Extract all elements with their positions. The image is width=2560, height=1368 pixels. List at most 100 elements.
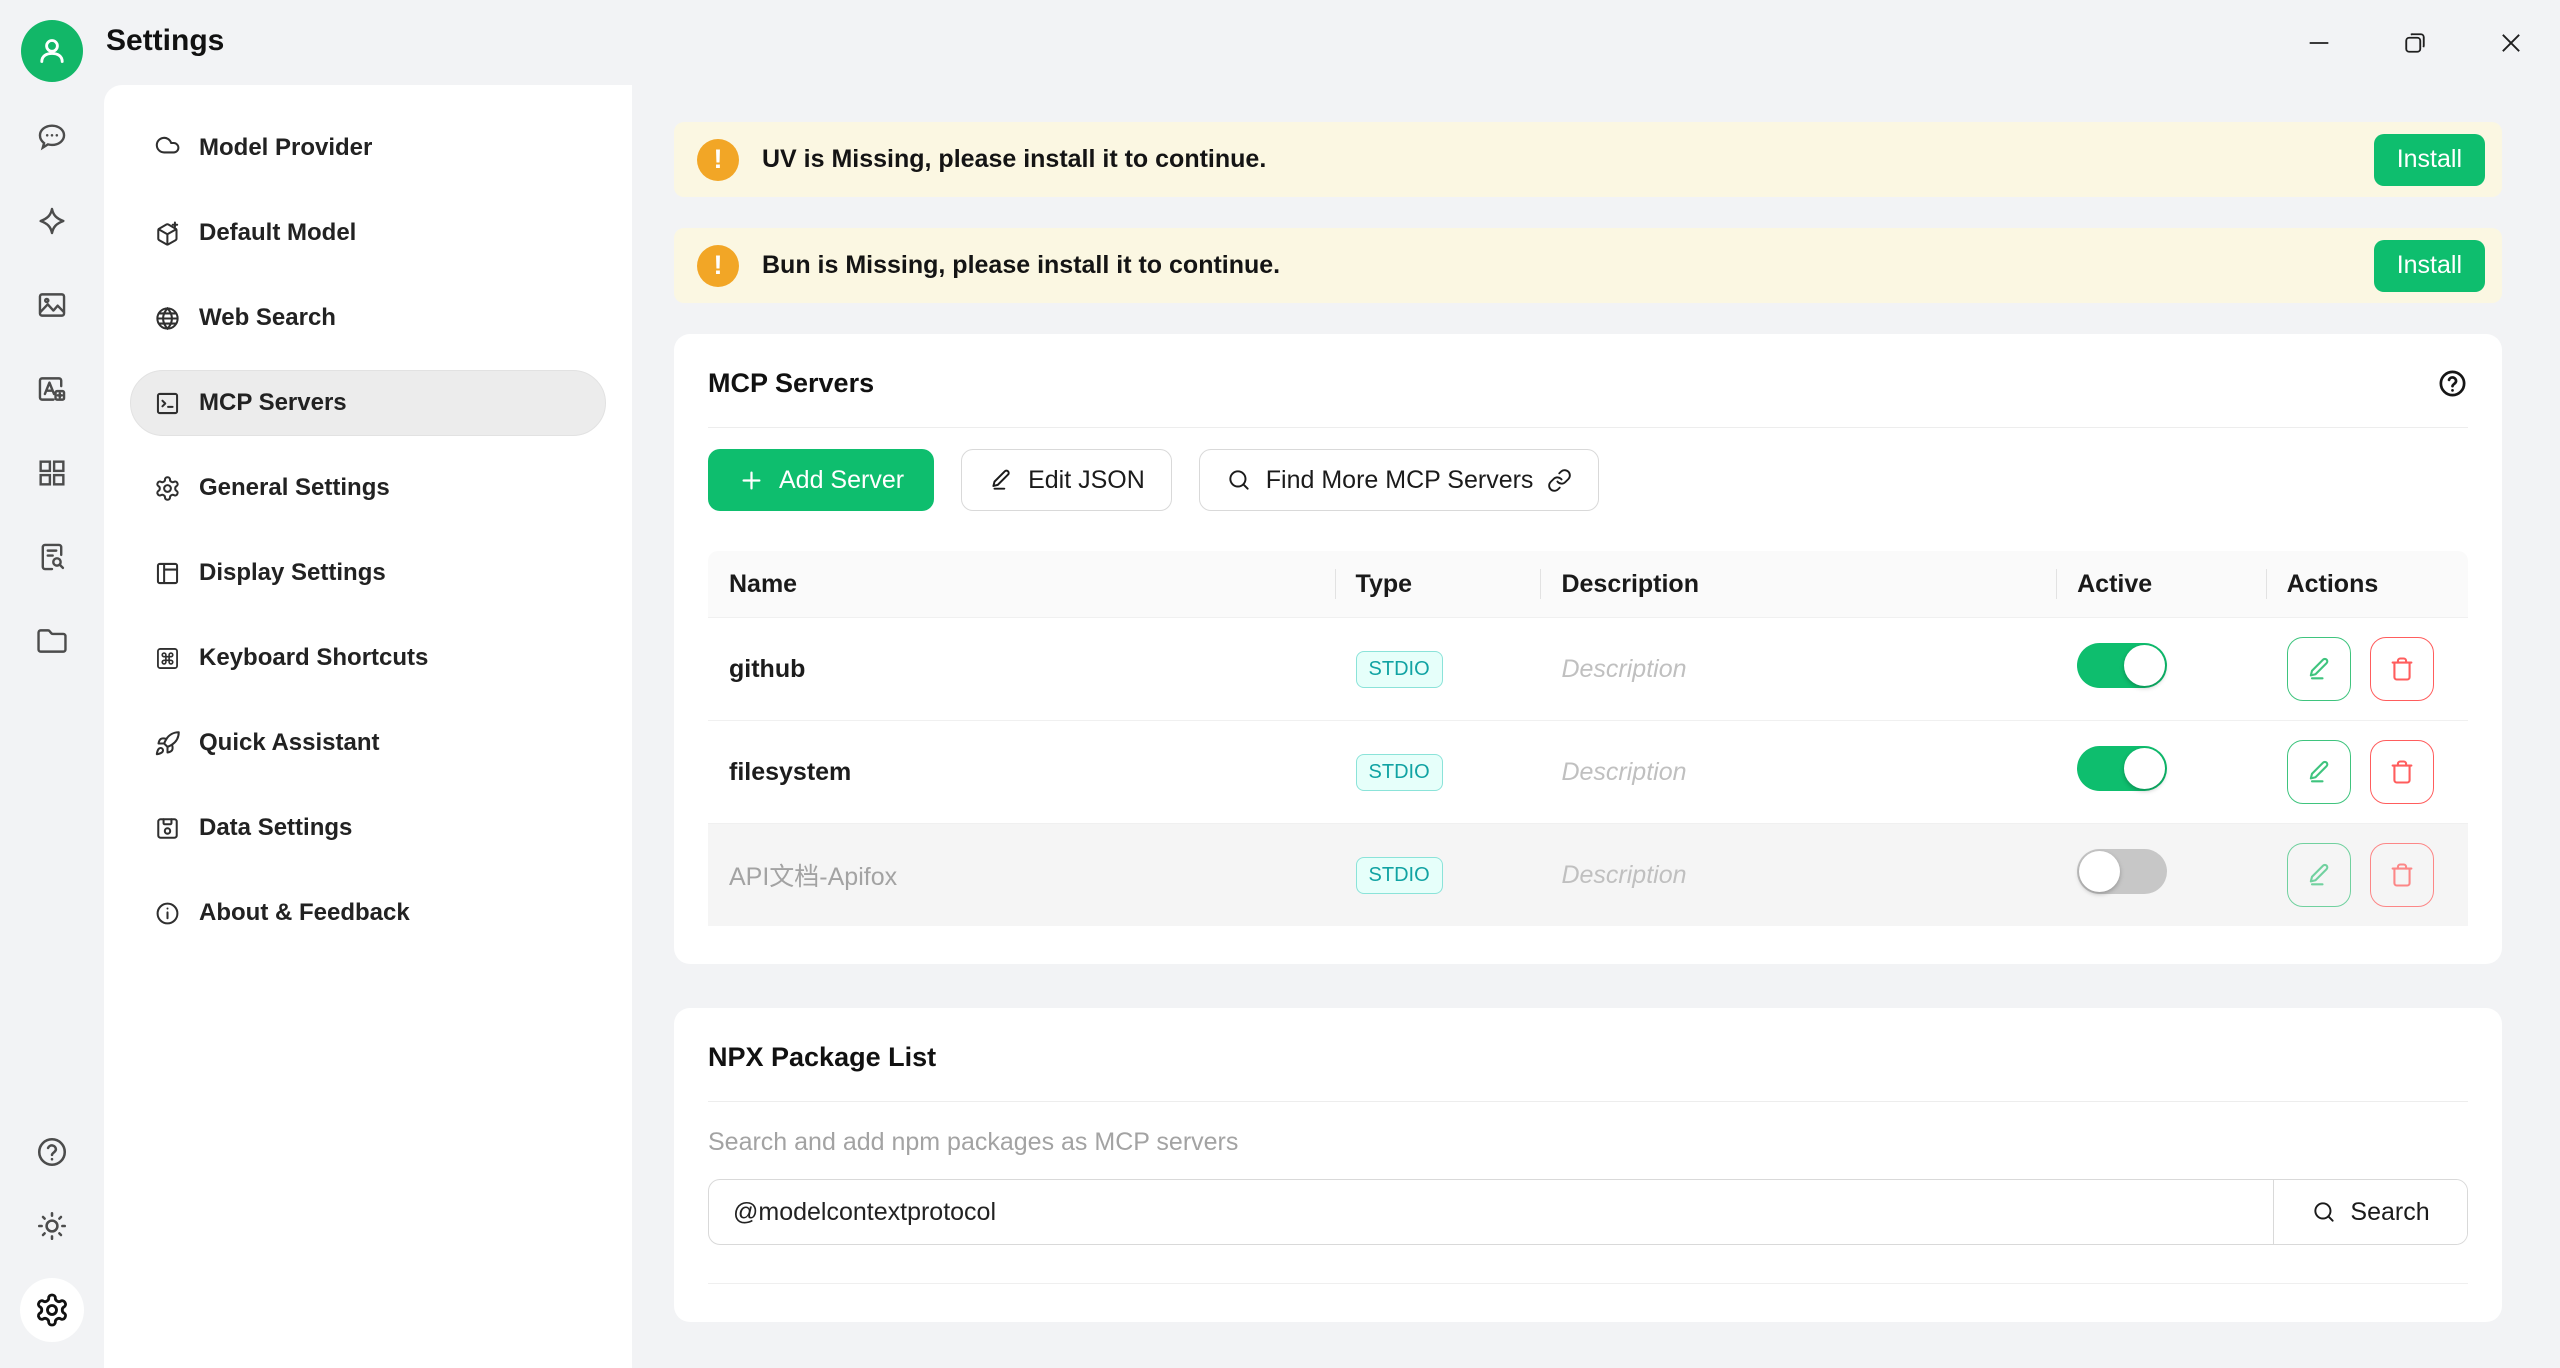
- sidebar-item-default-model[interactable]: Default Model: [130, 200, 606, 266]
- search-icon: [2311, 1199, 2337, 1225]
- layout-icon: [154, 560, 181, 587]
- divider: [708, 1101, 2468, 1102]
- user-icon: [34, 33, 70, 69]
- mcp-servers-card: MCP Servers Add Server Edit JSON Find Mo…: [674, 334, 2502, 964]
- npm-search-button[interactable]: Search: [2273, 1180, 2467, 1244]
- settings-sidebar: Model Provider Default Model Web Search …: [104, 85, 632, 1368]
- terminal-icon: [154, 390, 181, 417]
- sidebar-item-about-feedback[interactable]: About & Feedback: [130, 880, 606, 946]
- trash-icon: [2388, 861, 2416, 889]
- translate-icon: [35, 372, 69, 406]
- find-more-mcp-servers-button[interactable]: Find More MCP Servers: [1199, 449, 1600, 511]
- sidebar-item-label: About & Feedback: [199, 899, 410, 927]
- folder-icon: [35, 624, 69, 658]
- save-icon: [154, 815, 181, 842]
- rocket-icon: [154, 730, 181, 757]
- mcp-servers-table: Name Type Description Active Actions git…: [708, 551, 2468, 926]
- gear-icon: [154, 475, 181, 502]
- pencil-icon: [988, 467, 1014, 493]
- sun-icon: [34, 1208, 70, 1244]
- chat-button[interactable]: [30, 115, 74, 159]
- pencil-icon: [2305, 861, 2333, 889]
- uv-missing-banner: ! UV is Missing, please install it to co…: [674, 122, 2502, 197]
- sidebar-item-web-search[interactable]: Web Search: [130, 285, 606, 351]
- sidebar-item-model-provider[interactable]: Model Provider: [130, 115, 606, 181]
- type-badge: STDIO: [1356, 651, 1443, 688]
- server-description: Description: [1540, 655, 2056, 684]
- banner-text: Bun is Missing, please install it to con…: [762, 251, 1280, 280]
- help-button[interactable]: [30, 1130, 74, 1174]
- warning-icon: !: [697, 139, 739, 181]
- delete-server-button[interactable]: [2370, 740, 2434, 804]
- col-actions: Actions: [2266, 570, 2468, 599]
- sidebar-item-quick-assistant[interactable]: Quick Assistant: [130, 710, 606, 776]
- sparkle-icon: [35, 204, 69, 238]
- rail-bottom: [0, 1130, 104, 1342]
- bun-missing-banner: ! Bun is Missing, please install it to c…: [674, 228, 2502, 303]
- sidebar-item-keyboard-shortcuts[interactable]: Keyboard Shortcuts: [130, 625, 606, 691]
- app-rail: [0, 0, 104, 1368]
- active-toggle[interactable]: [2077, 746, 2167, 791]
- assistant-button[interactable]: [30, 199, 74, 243]
- files-button[interactable]: [30, 619, 74, 663]
- sidebar-item-mcp-servers[interactable]: MCP Servers: [130, 370, 606, 436]
- edit-server-button[interactable]: [2287, 637, 2351, 701]
- col-description: Description: [1540, 570, 2056, 599]
- npx-package-card: NPX Package List Search and add npm pack…: [674, 1008, 2502, 1322]
- package-icon: [154, 220, 181, 247]
- sidebar-item-label: Web Search: [199, 304, 336, 332]
- info-icon: [154, 900, 181, 927]
- banner-text: UV is Missing, please install it to cont…: [762, 145, 1266, 174]
- sidebar-item-data-settings[interactable]: Data Settings: [130, 795, 606, 861]
- sidebar-item-general-settings[interactable]: General Settings: [130, 455, 606, 521]
- mcp-help-button[interactable]: [2437, 368, 2468, 399]
- npm-search-input[interactable]: [709, 1180, 2273, 1244]
- table-row: filesystem STDIO Description: [708, 720, 2468, 823]
- divider: [708, 427, 2468, 428]
- settings-button[interactable]: [20, 1278, 84, 1342]
- images-button[interactable]: [30, 283, 74, 327]
- install-bun-button[interactable]: Install: [2374, 240, 2485, 292]
- link-icon: [1547, 468, 1572, 493]
- edit-json-button[interactable]: Edit JSON: [961, 449, 1172, 511]
- question-circle-icon: [34, 1134, 70, 1170]
- sidebar-item-label: Data Settings: [199, 814, 352, 842]
- pencil-icon: [2305, 655, 2333, 683]
- type-badge: STDIO: [1356, 754, 1443, 791]
- search-icon: [1226, 467, 1252, 493]
- mini-apps-button[interactable]: [30, 451, 74, 495]
- active-toggle[interactable]: [2077, 849, 2167, 894]
- npm-search-bar: Search: [708, 1179, 2468, 1245]
- image-icon: [35, 288, 69, 322]
- delete-server-button[interactable]: [2370, 637, 2434, 701]
- server-name: github: [708, 655, 1335, 684]
- edit-server-button[interactable]: [2287, 843, 2351, 907]
- table-header: Name Type Description Active Actions: [708, 551, 2468, 617]
- sidebar-item-label: Keyboard Shortcuts: [199, 644, 428, 672]
- active-toggle[interactable]: [2077, 643, 2167, 688]
- type-badge: STDIO: [1356, 857, 1443, 894]
- sidebar-item-label: Model Provider: [199, 134, 372, 162]
- theme-button[interactable]: [30, 1204, 74, 1248]
- table-row: github STDIO Description: [708, 617, 2468, 720]
- install-uv-button[interactable]: Install: [2374, 134, 2485, 186]
- edit-server-button[interactable]: [2287, 740, 2351, 804]
- translate-button[interactable]: [30, 367, 74, 411]
- server-name: API文档-Apifox: [708, 857, 1335, 893]
- grid-icon: [35, 456, 69, 490]
- plus-icon: [738, 467, 765, 494]
- divider: [708, 1283, 2468, 1284]
- rail-nav: [30, 115, 74, 663]
- delete-server-button[interactable]: [2370, 843, 2434, 907]
- page-title: Settings: [106, 24, 224, 58]
- col-type: Type: [1335, 570, 1541, 599]
- col-name: Name: [708, 570, 1335, 599]
- add-server-button[interactable]: Add Server: [708, 449, 934, 511]
- avatar[interactable]: [21, 20, 83, 82]
- knowledge-button[interactable]: [30, 535, 74, 579]
- sidebar-item-label: MCP Servers: [199, 389, 347, 417]
- sidebar-item-display-settings[interactable]: Display Settings: [130, 540, 606, 606]
- sidebar-item-label: General Settings: [199, 474, 390, 502]
- warning-icon: !: [697, 245, 739, 287]
- globe-icon: [154, 305, 181, 332]
